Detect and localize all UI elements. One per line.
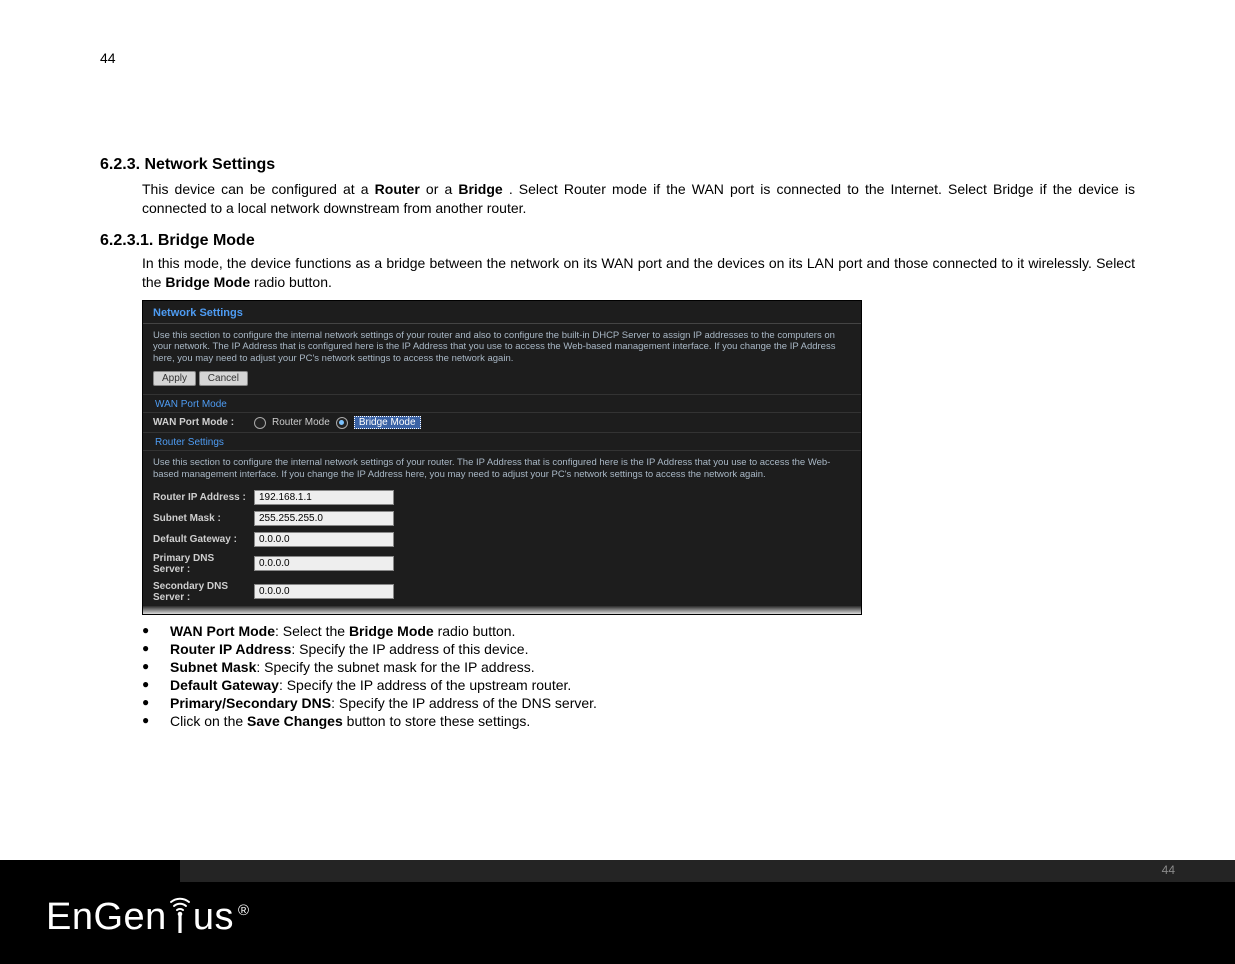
text-bold: Subnet Mask (170, 659, 256, 675)
text-bold: Bridge Mode (165, 274, 250, 290)
list-item: Click on the Save Changes button to stor… (142, 713, 1135, 729)
brand-text-left: EnGen (46, 896, 167, 939)
secondary-dns-label: Secondary DNS Server : (153, 581, 248, 603)
text-bold: Bridge Mode (349, 623, 434, 639)
secondary-dns-input[interactable] (254, 584, 394, 599)
subsection-intro: In this mode, the device functions as a … (100, 254, 1135, 292)
section-intro: This device can be configured at a Route… (100, 180, 1135, 218)
text-bold: Primary/Secondary DNS (170, 695, 331, 711)
panel-subhead-router: Router Settings (143, 432, 861, 451)
text-bold: Bridge (458, 181, 502, 197)
bridge-mode-option[interactable]: Bridge Mode (354, 416, 421, 429)
apply-button[interactable]: Apply (153, 371, 196, 386)
subnet-mask-input[interactable] (254, 511, 394, 526)
text: This device can be configured at a (142, 181, 375, 197)
text-bold: Router IP Address (170, 641, 291, 657)
page-number-bottom: 44 (1162, 863, 1175, 877)
page-number-top: 44 (100, 50, 1135, 66)
text: : Specify the IP address of the DNS serv… (331, 695, 597, 711)
router-ip-label: Router IP Address : (153, 492, 248, 503)
panel-title: Network Settings (143, 301, 861, 324)
list-item: Subnet Mask: Specify the subnet mask for… (142, 659, 1135, 675)
text: Click on the (170, 713, 247, 729)
text: : Specify the IP address of this device. (291, 641, 528, 657)
list-item: Router IP Address: Specify the IP addres… (142, 641, 1135, 657)
text: : Specify the subnet mask for the IP add… (256, 659, 534, 675)
wan-port-mode-label: WAN Port Mode : (153, 417, 248, 428)
wifi-icon (169, 892, 191, 936)
subsection-heading: 6.2.3.1. Bridge Mode (100, 232, 1135, 250)
registered-trademark-icon: ® (238, 902, 250, 919)
text: button to store these settings. (343, 713, 531, 729)
text-bold: WAN Port Mode (170, 623, 275, 639)
primary-dns-label: Primary DNS Server : (153, 553, 248, 575)
page-footer: 44 EnGen us ® (0, 860, 1235, 964)
default-gateway-input[interactable] (254, 532, 394, 547)
text: radio button. (434, 623, 516, 639)
panel-note-2: Use this section to configure the intern… (143, 451, 861, 487)
text-bold: Router (375, 181, 420, 197)
bridge-mode-radio[interactable] (336, 417, 348, 429)
torn-edge (143, 606, 861, 614)
text-bold: Save Changes (247, 713, 343, 729)
panel-subhead-wan: WAN Port Mode (143, 394, 861, 413)
text: : Specify the IP address of the upstream… (279, 677, 571, 693)
section-heading: 6.2.3. Network Settings (100, 156, 1135, 174)
brand-text-right: us (193, 896, 234, 939)
subnet-mask-label: Subnet Mask : (153, 513, 248, 524)
list-item: WAN Port Mode: Select the Bridge Mode ra… (142, 623, 1135, 639)
primary-dns-input[interactable] (254, 556, 394, 571)
brand-logo: EnGen us ® (46, 896, 250, 940)
text: radio button. (254, 274, 332, 290)
cancel-button[interactable]: Cancel (199, 371, 248, 386)
list-item: Primary/Secondary DNS: Specify the IP ad… (142, 695, 1135, 711)
text: or a (426, 181, 458, 197)
router-mode-radio[interactable] (254, 417, 266, 429)
text-bold: Default Gateway (170, 677, 279, 693)
list-item: Default Gateway: Specify the IP address … (142, 677, 1135, 693)
text: : Select the (275, 623, 349, 639)
bullet-list: WAN Port Mode: Select the Bridge Mode ra… (100, 623, 1135, 729)
router-ip-input[interactable] (254, 490, 394, 505)
router-mode-option[interactable]: Router Mode (272, 417, 330, 428)
default-gateway-label: Default Gateway : (153, 534, 248, 545)
settings-panel-screenshot: Network Settings Use this section to con… (142, 300, 862, 615)
panel-note: Use this section to configure the intern… (143, 324, 861, 372)
